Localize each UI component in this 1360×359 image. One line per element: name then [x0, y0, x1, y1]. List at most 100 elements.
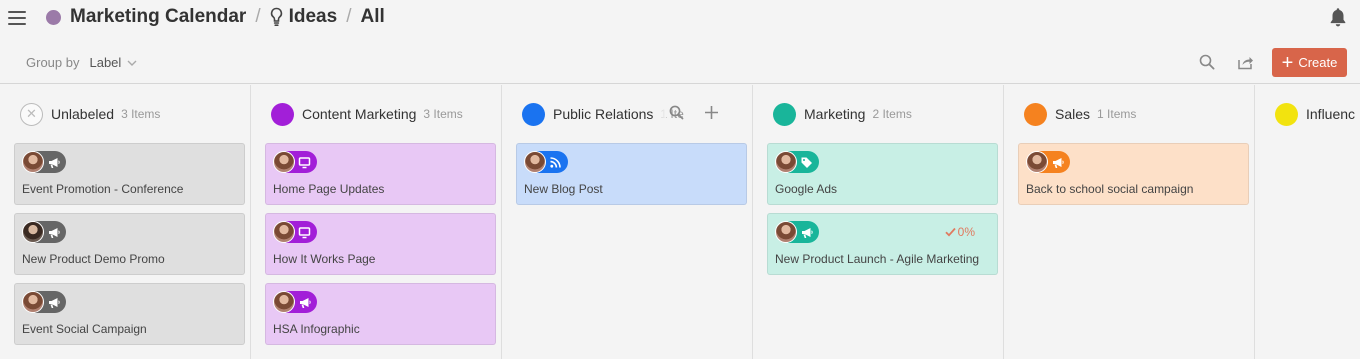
- progress-indicator: 0%: [945, 225, 975, 239]
- breadcrumb-view[interactable]: All: [360, 6, 384, 28]
- plus-icon: +: [1281, 51, 1294, 74]
- share-icon[interactable]: [1237, 54, 1254, 70]
- card-badges: [524, 151, 568, 173]
- breadcrumb-calendar[interactable]: Marketing Calendar: [70, 6, 246, 28]
- idea-card[interactable]: Event Social Campaign: [14, 283, 245, 345]
- board-column: Influenc: [1255, 85, 1360, 359]
- board-column: Marketing 2 Items Google Ads 0% New Product …: [753, 85, 1004, 359]
- column-header[interactable]: Content Marketing 3 Items: [271, 102, 463, 126]
- megaphone-icon: [49, 157, 60, 168]
- card-title: Home Page Updates: [273, 182, 385, 196]
- progress-value: 0%: [957, 225, 975, 239]
- tag-icon: [801, 157, 812, 168]
- column-title: Sales: [1055, 106, 1091, 122]
- board-column: Public Relations 1 Ite New Blog Post: [502, 85, 753, 359]
- column-header[interactable]: ✕ Unlabeled 3 Items: [20, 102, 160, 126]
- breadcrumb-separator: /: [255, 6, 261, 27]
- megaphone-icon: [49, 297, 60, 308]
- create-button-label: Create: [1298, 55, 1338, 70]
- rss-icon: [550, 156, 561, 168]
- avatar[interactable]: [273, 221, 295, 243]
- avatar[interactable]: [1026, 151, 1048, 173]
- column-tools: [669, 105, 719, 120]
- column-header[interactable]: Influenc: [1275, 102, 1355, 126]
- avatar[interactable]: [22, 151, 44, 173]
- idea-card[interactable]: HSA Infographic: [265, 283, 496, 345]
- column-header[interactable]: Sales 1 Items: [1024, 102, 1136, 126]
- card-title: Event Promotion - Conference: [22, 182, 184, 196]
- card-badges: [1026, 151, 1070, 173]
- megaphone-icon: [300, 297, 311, 308]
- card-badges: [273, 291, 317, 313]
- avatar[interactable]: [273, 151, 295, 173]
- bell-icon[interactable]: [1329, 7, 1347, 27]
- label-color-dot: [271, 102, 294, 126]
- avatar[interactable]: [524, 151, 546, 173]
- board-column: Content Marketing 3 Items Home Page Update…: [251, 85, 502, 359]
- column-title: Content Marketing: [302, 106, 417, 122]
- board-column: ✕ Unlabeled 3 Items Event Promotion - Confe…: [0, 85, 251, 359]
- column-item-count: 3 Items: [423, 107, 463, 121]
- label-color-dot: [1024, 102, 1047, 126]
- card-badges: [273, 151, 317, 173]
- create-button[interactable]: + Create: [1272, 48, 1347, 77]
- card-title: Event Social Campaign: [22, 322, 147, 336]
- column-add-icon[interactable]: [704, 105, 719, 120]
- card-badges: [22, 221, 66, 243]
- avatar[interactable]: [22, 291, 44, 313]
- avatar[interactable]: [775, 151, 797, 173]
- chevron-down-icon: [127, 60, 137, 66]
- card-title: New Blog Post: [524, 182, 603, 196]
- label-color-dot: [522, 102, 545, 126]
- group-by-label: Group by: [26, 55, 80, 70]
- card-badges: [775, 221, 819, 243]
- column-header[interactable]: Marketing 2 Items: [773, 102, 912, 126]
- megaphone-icon: [49, 227, 60, 238]
- avatar[interactable]: [273, 291, 295, 313]
- idea-card[interactable]: 0% New Product Launch - Agile Marketing: [767, 213, 998, 275]
- board-column: Sales 1 Items Back to school social campai…: [1004, 85, 1255, 359]
- breadcrumb: Marketing Calendar / Ideas / All: [70, 6, 385, 28]
- board: ✕ Unlabeled 3 Items Event Promotion - Confe…: [0, 85, 1360, 359]
- column-item-count: 2 Items: [872, 107, 912, 121]
- lightbulb-icon: [270, 7, 282, 26]
- idea-card[interactable]: Event Promotion - Conference: [14, 143, 245, 205]
- avatar[interactable]: [775, 221, 797, 243]
- label-color-dot: [1275, 102, 1298, 126]
- card-badges: [22, 291, 66, 313]
- card-title: New Product Demo Promo: [22, 252, 165, 266]
- calendar-color-dot: [46, 10, 61, 25]
- label-color-dot: [773, 102, 796, 126]
- column-title: Influenc: [1306, 106, 1356, 122]
- column-title-fade: [652, 103, 666, 127]
- idea-card[interactable]: How It Works Page: [265, 213, 496, 275]
- monitor-icon: [298, 156, 311, 168]
- check-icon: [945, 227, 956, 237]
- idea-card[interactable]: New Blog Post: [516, 143, 747, 205]
- monitor-icon: [298, 226, 311, 238]
- card-title: New Product Launch - Agile Marketing: [775, 252, 980, 266]
- unlabeled-icon: ✕: [20, 102, 43, 126]
- column-item-count: 1 Items: [1097, 107, 1137, 121]
- column-title: Public Relations: [553, 106, 654, 122]
- idea-card[interactable]: Google Ads: [767, 143, 998, 205]
- column-title: Marketing: [804, 106, 866, 122]
- avatar[interactable]: [22, 221, 44, 243]
- group-by-select[interactable]: Label: [89, 55, 137, 70]
- search-icon[interactable]: [1199, 54, 1215, 70]
- idea-card[interactable]: Back to school social campaign: [1018, 143, 1249, 205]
- idea-card[interactable]: Home Page Updates: [265, 143, 496, 205]
- card-badges: [273, 221, 317, 243]
- card-title: Google Ads: [775, 182, 838, 196]
- card-title: Back to school social campaign: [1026, 182, 1194, 196]
- column-search-icon[interactable]: [669, 105, 684, 120]
- menu-icon[interactable]: [8, 11, 26, 25]
- megaphone-icon: [1053, 157, 1064, 168]
- card-title: HSA Infographic: [273, 322, 360, 336]
- card-title: How It Works Page: [273, 252, 376, 266]
- toolbar: Group by Label + Create: [0, 40, 1360, 84]
- column-item-count: 3 Items: [121, 107, 161, 121]
- group-by-value: Label: [89, 55, 122, 70]
- idea-card[interactable]: New Product Demo Promo: [14, 213, 245, 275]
- breadcrumb-section[interactable]: Ideas: [289, 6, 338, 28]
